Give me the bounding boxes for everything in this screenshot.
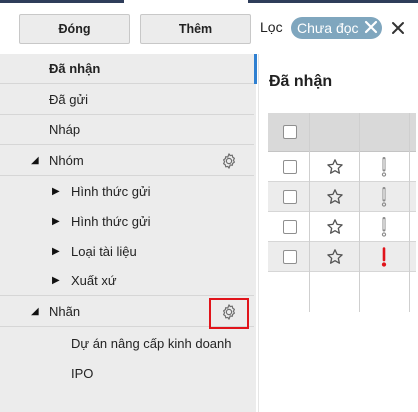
star-icon[interactable] (326, 218, 344, 236)
row-checkbox[interactable] (283, 250, 297, 264)
sidebar: Đã nhận Đã gửi Nháp ◢ Nhóm ▶ Hình thức g… (0, 54, 256, 412)
sidebar-group-item[interactable]: ▶ Hình thức gửi (0, 176, 254, 206)
important-flag-icon[interactable] (380, 187, 388, 207)
sidebar-group-item[interactable]: ▶ Xuất xứ (0, 266, 254, 296)
row-checkbox[interactable] (283, 220, 297, 234)
active-indicator (254, 54, 257, 84)
column-divider (359, 113, 360, 312)
sidebar-label-item[interactable]: Dự án nâng cấp kinh doanh (0, 328, 254, 358)
close-icon[interactable] (363, 19, 379, 35)
table-row[interactable] (268, 242, 418, 272)
sidebar-label-item-label: IPO (71, 365, 94, 381)
row-checkbox[interactable] (283, 160, 297, 174)
collapse-triangle-icon[interactable]: ◢ (31, 306, 39, 317)
clear-filter-icon[interactable] (390, 20, 406, 36)
important-flag-icon[interactable] (380, 157, 388, 177)
top-strip-segment (0, 0, 124, 3)
star-icon[interactable] (326, 248, 344, 266)
gear-icon[interactable] (220, 152, 238, 170)
expand-triangle-icon[interactable]: ▶ (52, 216, 60, 227)
star-icon[interactable] (326, 158, 344, 176)
sidebar-group-item-label: Hình thức gửi (71, 213, 151, 229)
expand-triangle-icon[interactable]: ▶ (52, 275, 60, 286)
sidebar-item-inbox[interactable]: Đã nhận (0, 54, 254, 84)
sidebar-group-item[interactable]: ▶ Loại tài liệu (0, 236, 254, 266)
table-row[interactable] (268, 152, 418, 182)
toolbar: Đóng Thêm Lọc Chưa đọc (0, 4, 418, 50)
sidebar-group-item-label: Loại tài liệu (71, 243, 137, 259)
filter-chip-label: Chưa đọc (297, 20, 359, 36)
message-table (268, 113, 418, 312)
page-title: Đã nhận (269, 73, 333, 90)
filter-chip-unread[interactable]: Chưa đọc (291, 17, 382, 39)
sidebar-section-label: Nhãn (49, 304, 81, 319)
important-flag-icon-active[interactable] (380, 247, 388, 267)
expand-triangle-icon[interactable]: ▶ (52, 186, 60, 197)
select-all-checkbox[interactable] (283, 125, 297, 139)
sidebar-item-drafts[interactable]: Nháp (0, 115, 254, 145)
highlight-box (209, 298, 249, 329)
sidebar-label-item[interactable]: IPO (0, 358, 254, 388)
close-button[interactable]: Đóng (19, 14, 130, 44)
important-flag-icon[interactable] (380, 217, 388, 237)
sidebar-group-item[interactable]: ▶ Hình thức gửi (0, 206, 254, 236)
star-icon[interactable] (326, 188, 344, 206)
sidebar-label-item-label: Dự án nâng cấp kinh doanh (71, 335, 232, 351)
table-row[interactable] (268, 212, 418, 242)
table-row[interactable] (268, 182, 418, 212)
top-strip-segment (248, 0, 418, 3)
sidebar-item-label: Đã gửi (49, 92, 89, 107)
sidebar-item-label: Nháp (49, 122, 81, 137)
column-divider (309, 113, 310, 312)
add-button[interactable]: Thêm (140, 14, 251, 44)
sidebar-item-sent[interactable]: Đã gửi (0, 85, 254, 115)
filter-label: Lọc (260, 19, 283, 35)
collapse-triangle-icon[interactable]: ◢ (31, 155, 39, 166)
table-header (268, 113, 418, 152)
column-divider (409, 113, 410, 312)
sidebar-section-groups[interactable]: ◢ Nhóm (0, 146, 254, 176)
sidebar-group-item-label: Xuất xứ (71, 273, 117, 288)
sidebar-item-label: Đã nhận (49, 61, 101, 76)
sidebar-group-item-label: Hình thức gửi (71, 183, 151, 199)
expand-triangle-icon[interactable]: ▶ (52, 246, 60, 257)
row-checkbox[interactable] (283, 190, 297, 204)
pane-divider[interactable] (258, 54, 259, 412)
sidebar-section-label: Nhóm (49, 153, 84, 168)
